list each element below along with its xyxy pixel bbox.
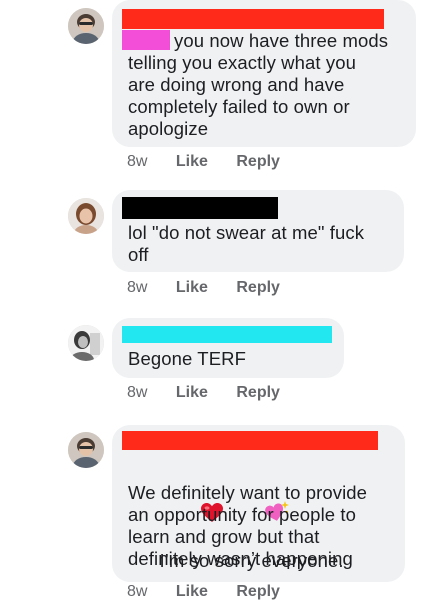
comment-bubble: I’m so sorry everyone. We definitely wan… — [112, 425, 405, 582]
comment-text-line-1: you now have three mods — [174, 30, 389, 51]
timestamp[interactable]: 8w — [127, 279, 147, 297]
comment-text: We definitely want to provide an opportu… — [128, 482, 368, 569]
comment-actions: 8w Like Reply — [127, 153, 280, 171]
comment-bubble: Begone TERF — [112, 318, 344, 378]
like-button[interactable]: Like — [176, 279, 208, 297]
avatar[interactable] — [68, 8, 104, 44]
timestamp[interactable]: 8w — [127, 583, 147, 601]
comment-actions: 8w Like Reply — [127, 384, 280, 402]
comment-text: lol "do not swear at me" fuck off — [128, 222, 365, 265]
avatar[interactable] — [68, 432, 104, 468]
reply-button[interactable]: Reply — [236, 279, 280, 297]
comment-actions: 8w Like Reply — [127, 279, 280, 297]
avatar[interactable] — [68, 325, 104, 361]
comment-bubble: lol "do not swear at me" fuck off — [112, 190, 404, 272]
author-name-redaction — [122, 197, 278, 219]
comment-text: telling you exactly what you are doing w… — [128, 52, 357, 139]
user-avatar-icon — [68, 432, 104, 468]
comment-bubble: you now have three mods telling you exac… — [112, 0, 416, 147]
user-avatar-icon — [68, 325, 104, 361]
reply-button[interactable]: Reply — [236, 384, 280, 402]
like-button[interactable]: Like — [176, 583, 208, 601]
like-button[interactable]: Like — [176, 153, 208, 171]
user-avatar-icon — [68, 8, 104, 44]
reply-button[interactable]: Reply — [236, 153, 280, 171]
author-name-redaction — [122, 9, 384, 29]
author-name-redaction — [122, 326, 332, 343]
avatar[interactable] — [68, 198, 104, 234]
comment-actions: 8w Like Reply — [127, 583, 280, 601]
reply-button[interactable]: Reply — [236, 583, 280, 601]
timestamp[interactable]: 8w — [127, 384, 147, 402]
like-button[interactable]: Like — [176, 384, 208, 402]
mention-redaction — [122, 30, 170, 50]
user-avatar-icon — [68, 198, 104, 234]
timestamp[interactable]: 8w — [127, 153, 147, 171]
comment-text: Begone TERF — [128, 348, 246, 369]
author-name-redaction — [122, 431, 378, 450]
